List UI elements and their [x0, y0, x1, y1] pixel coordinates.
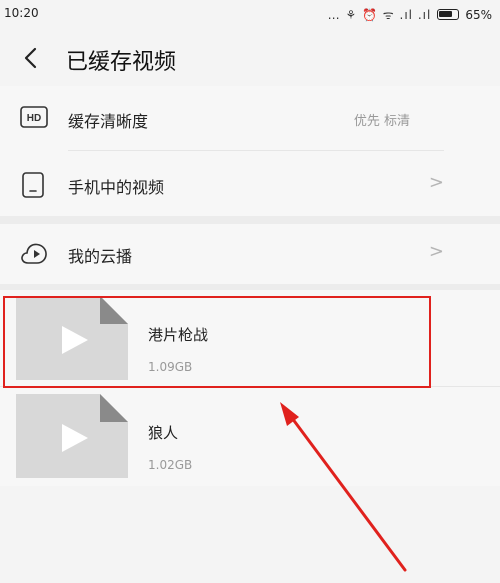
cloud-section: 我的云播 >	[0, 224, 500, 284]
title-bar: 已缓存视频	[0, 30, 500, 86]
cloud-label: 我的云播	[68, 247, 133, 266]
status-time: 10:20	[4, 6, 39, 20]
status-bar: 10:20 … ⚘ ⏰ ᯤ .ıl .ıl 65%	[0, 0, 500, 30]
hd-icon: HD	[20, 106, 48, 132]
phone-videos-row[interactable]: 手机中的视频 >	[0, 152, 500, 218]
page-title: 已缓存视频	[66, 50, 177, 75]
video-thumbnail	[16, 394, 128, 478]
video-title: 狼人	[148, 424, 179, 442]
quality-row[interactable]: HD 缓存清晰度 优先 标清	[0, 86, 500, 152]
status-icons-group: … ⚘ ⏰ ᯤ .ıl .ıl 65%	[328, 6, 492, 23]
status-icons: … ⚘ ⏰ ᯤ .ıl .ıl	[327, 8, 432, 22]
highlight-box	[3, 296, 431, 388]
svg-text:HD: HD	[27, 113, 41, 124]
chevron-right-icon: >	[428, 241, 444, 262]
quality-value: 优先 标清	[353, 114, 410, 129]
section-gap	[0, 216, 500, 224]
phone-videos-label: 手机中的视频	[68, 178, 165, 197]
cloud-play-icon	[20, 241, 47, 267]
video-size: 1.02GB	[148, 458, 193, 472]
phone-icon	[20, 172, 46, 198]
row-divider	[68, 150, 444, 151]
quality-label: 缓存清晰度	[68, 112, 149, 131]
settings-section: HD 缓存清晰度 优先 标清 手机中的视频 >	[0, 86, 500, 216]
back-chevron-icon[interactable]	[18, 42, 46, 74]
video-item-1[interactable]: 狼人 1.02GB	[0, 388, 500, 484]
battery-icon	[437, 9, 460, 20]
battery-level: 65%	[465, 7, 492, 22]
cloud-row[interactable]: 我的云播 >	[0, 224, 500, 284]
chevron-right-icon: >	[428, 172, 444, 193]
